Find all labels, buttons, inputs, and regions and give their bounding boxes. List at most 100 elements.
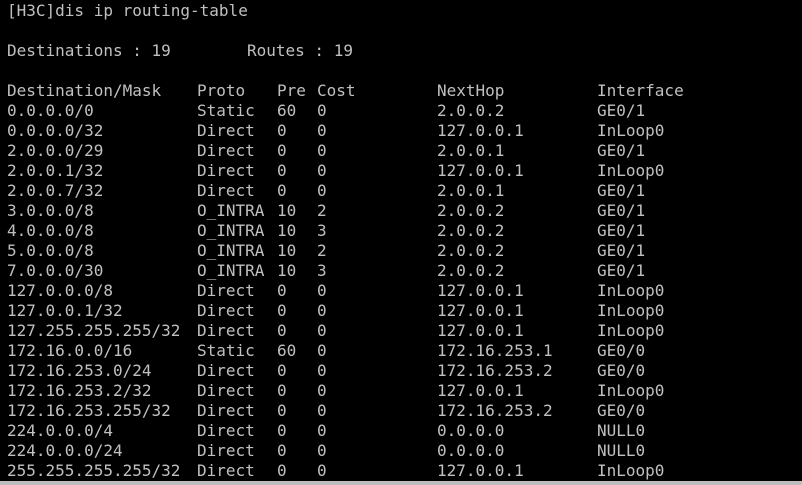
table-row: 2.0.0.7/32 Direct 0 0 2.0.0.1 GE0/1 bbox=[7, 181, 787, 201]
row-nexthop: 0.0.0.0 bbox=[437, 441, 505, 460]
row-proto: O_INTRA bbox=[197, 261, 265, 280]
row-proto: Direct bbox=[197, 401, 255, 420]
row-interface: InLoop0 bbox=[597, 281, 665, 300]
row-cost: 0 bbox=[317, 381, 327, 400]
table-row: 0.0.0.0/32 Direct 0 0 127.0.0.1 InLoop0 bbox=[7, 121, 787, 141]
table-row: 3.0.0.0/8 O_INTRA 10 2 2.0.0.2 GE0/1 bbox=[7, 201, 787, 221]
table-row: 224.0.0.0/4 Direct 0 0 0.0.0.0 NULL0 bbox=[7, 421, 787, 441]
table-header: Destination/Mask Proto Pre Cost NextHop … bbox=[7, 81, 787, 101]
row-destination: 172.16.0.0/16 bbox=[7, 341, 133, 360]
row-pre: 0 bbox=[277, 141, 287, 160]
row-destination: 0.0.0.0/0 bbox=[7, 101, 94, 120]
row-interface: GE0/1 bbox=[597, 241, 646, 260]
row-proto: Direct bbox=[197, 421, 255, 440]
table-row: 5.0.0.0/8 O_INTRA 10 2 2.0.0.2 GE0/1 bbox=[7, 241, 787, 261]
row-proto: Direct bbox=[197, 181, 255, 200]
row-pre: 0 bbox=[277, 301, 287, 320]
row-proto: Direct bbox=[197, 281, 255, 300]
terminal-window[interactable]: [H3C]dis ip routing-table Destinations :… bbox=[0, 0, 802, 485]
header-pre: Pre bbox=[277, 81, 306, 100]
row-nexthop: 127.0.0.1 bbox=[437, 321, 524, 340]
row-pre: 10 bbox=[277, 261, 297, 280]
row-destination: 172.16.253.2/32 bbox=[7, 381, 152, 400]
row-proto: Direct bbox=[197, 141, 255, 160]
row-proto: Direct bbox=[197, 161, 255, 180]
table-row: 127.255.255.255/32 Direct 0 0 127.0.0.1 InLoo… bbox=[7, 321, 787, 341]
row-destination: 127.255.255.255/32 bbox=[7, 321, 181, 340]
row-nexthop: 2.0.0.2 bbox=[437, 201, 505, 220]
table-row: 2.0.0.0/29 Direct 0 0 2.0.0.1 GE0/1 bbox=[7, 141, 787, 161]
row-destination: 127.0.0.0/8 bbox=[7, 281, 113, 300]
row-nexthop: 172.16.253.2 bbox=[437, 361, 553, 380]
row-nexthop: 127.0.0.1 bbox=[437, 121, 524, 140]
row-nexthop: 172.16.253.1 bbox=[437, 341, 553, 360]
summary-line: Destinations : 19 Routes : 19 bbox=[7, 41, 787, 61]
row-cost: 0 bbox=[317, 341, 327, 360]
row-interface: InLoop0 bbox=[597, 381, 665, 400]
row-destination: 127.0.0.1/32 bbox=[7, 301, 123, 320]
row-destination: 7.0.0.0/30 bbox=[7, 261, 104, 280]
row-destination: 0.0.0.0/32 bbox=[7, 121, 104, 140]
row-destination: 224.0.0.0/24 bbox=[7, 441, 123, 460]
row-cost: 3 bbox=[317, 221, 327, 240]
row-pre: 0 bbox=[277, 381, 287, 400]
row-interface: GE0/1 bbox=[597, 101, 646, 120]
table-row: 172.16.253.0/24 Direct 0 0 172.16.253.2 GE0/0 bbox=[7, 361, 787, 381]
row-interface: GE0/1 bbox=[597, 261, 646, 280]
row-proto: Direct bbox=[197, 121, 255, 140]
row-nexthop: 0.0.0.0 bbox=[437, 421, 505, 440]
row-pre: 10 bbox=[277, 241, 297, 260]
row-proto: O_INTRA bbox=[197, 241, 265, 260]
row-destination: 5.0.0.0/8 bbox=[7, 241, 94, 260]
header-nexthop: NextHop bbox=[437, 81, 505, 100]
header-cost: Cost bbox=[317, 81, 356, 100]
row-nexthop: 2.0.0.2 bbox=[437, 261, 505, 280]
row-proto: Static bbox=[197, 101, 255, 120]
header-proto: Proto bbox=[197, 81, 246, 100]
table-row: 172.16.253.255/32 Direct 0 0 172.16.253.2 GE0… bbox=[7, 401, 787, 421]
routes-count: Routes : 19 bbox=[247, 41, 353, 60]
row-nexthop: 127.0.0.1 bbox=[437, 461, 524, 480]
row-pre: 0 bbox=[277, 441, 287, 460]
row-interface: GE0/0 bbox=[597, 401, 646, 420]
row-destination: 172.16.253.0/24 bbox=[7, 361, 152, 380]
row-pre: 0 bbox=[277, 361, 287, 380]
row-destination: 255.255.255.255/32 bbox=[7, 461, 181, 480]
row-nexthop: 2.0.0.1 bbox=[437, 181, 505, 200]
row-pre: 0 bbox=[277, 421, 287, 440]
row-pre: 0 bbox=[277, 121, 287, 140]
row-interface: InLoop0 bbox=[597, 461, 665, 480]
row-pre: 10 bbox=[277, 221, 297, 240]
row-pre: 60 bbox=[277, 101, 297, 120]
row-interface: GE0/1 bbox=[597, 221, 646, 240]
row-cost: 2 bbox=[317, 241, 327, 260]
row-cost: 0 bbox=[317, 101, 327, 120]
row-cost: 3 bbox=[317, 261, 327, 280]
row-destination: 2.0.0.0/29 bbox=[7, 141, 104, 160]
header-destination: Destination/Mask bbox=[7, 81, 162, 100]
row-nexthop: 127.0.0.1 bbox=[437, 301, 524, 320]
row-interface: NULL0 bbox=[597, 441, 646, 460]
row-cost: 0 bbox=[317, 281, 327, 300]
row-nexthop: 172.16.253.2 bbox=[437, 401, 553, 420]
table-row: 4.0.0.0/8 O_INTRA 10 3 2.0.0.2 GE0/1 bbox=[7, 221, 787, 241]
row-destination: 2.0.0.1/32 bbox=[7, 161, 104, 180]
row-interface: GE0/1 bbox=[597, 181, 646, 200]
table-row: 224.0.0.0/24 Direct 0 0 0.0.0.0 NULL0 bbox=[7, 441, 787, 461]
row-cost: 0 bbox=[317, 401, 327, 420]
row-interface: GE0/1 bbox=[597, 141, 646, 160]
row-proto: Direct bbox=[197, 321, 255, 340]
row-nexthop: 2.0.0.2 bbox=[437, 241, 505, 260]
row-nexthop: 127.0.0.1 bbox=[437, 161, 524, 180]
row-interface: GE0/1 bbox=[597, 201, 646, 220]
row-pre: 0 bbox=[277, 161, 287, 180]
row-destination: 3.0.0.0/8 bbox=[7, 201, 94, 220]
row-interface: InLoop0 bbox=[597, 121, 665, 140]
row-proto: Direct bbox=[197, 301, 255, 320]
row-cost: 0 bbox=[317, 421, 327, 440]
row-pre: 0 bbox=[277, 181, 287, 200]
table-row: 172.16.253.2/32 Direct 0 0 127.0.0.1 InLoop0 bbox=[7, 381, 787, 401]
row-nexthop: 2.0.0.2 bbox=[437, 101, 505, 120]
row-cost: 0 bbox=[317, 181, 327, 200]
row-proto: Direct bbox=[197, 381, 255, 400]
